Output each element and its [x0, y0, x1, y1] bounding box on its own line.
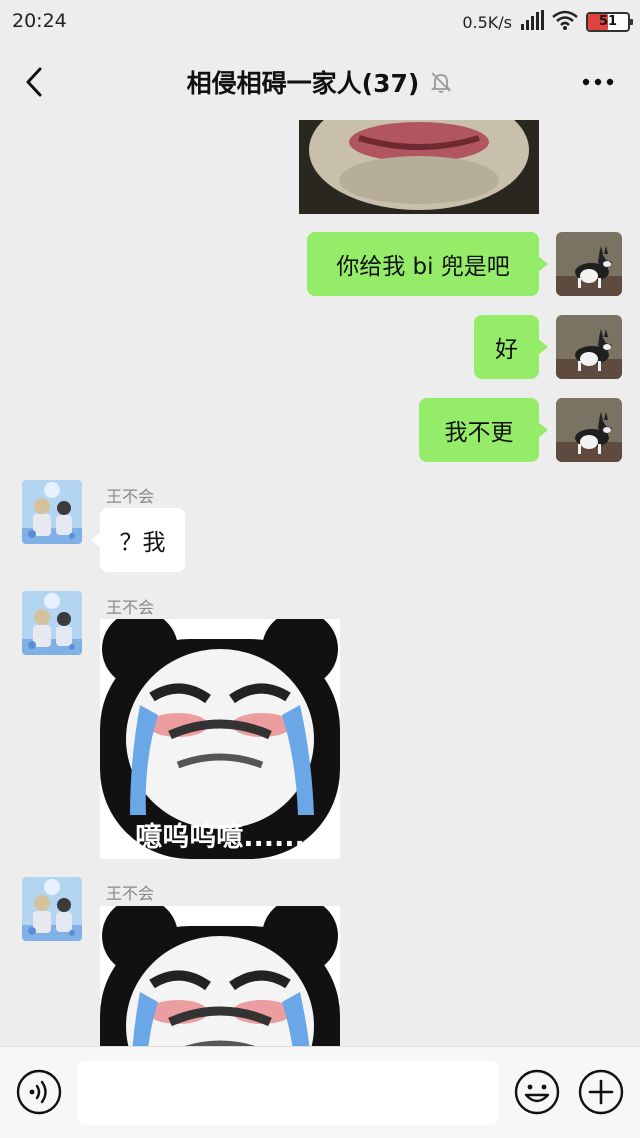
- chat-header: 相侵相碍一家人(37): [0, 44, 640, 120]
- more-dots-icon: [582, 78, 614, 86]
- my-avatar[interactable]: [556, 232, 622, 296]
- sender-avatar[interactable]: [22, 480, 82, 544]
- title-group: 相侵相碍一家人(37): [100, 44, 540, 120]
- sticker-image[interactable]: [299, 120, 539, 214]
- add-button[interactable]: [578, 1069, 624, 1115]
- avatar-image: [556, 315, 622, 379]
- avatar-image: [22, 877, 82, 941]
- sticker-caption: 噫呜呜噫......: [135, 822, 305, 853]
- sticker-message[interactable]: 噫呜呜噫......: [100, 619, 340, 859]
- status-indicators: 0.5K/s 51: [462, 10, 633, 34]
- chat-title: 相侵相碍一家人(37): [186, 69, 420, 98]
- avatar-image: [556, 398, 622, 462]
- battery-icon: 51: [586, 12, 633, 32]
- sender-avatar[interactable]: [22, 591, 82, 655]
- panda-crying-sticker: [100, 906, 340, 1046]
- chevron-left-icon: [26, 67, 42, 97]
- avatar-image: [22, 591, 82, 655]
- avatar-image: [556, 232, 622, 296]
- sticker-graphic: [299, 120, 539, 214]
- sender-name: 王不会: [106, 598, 155, 617]
- back-button[interactable]: [14, 62, 54, 102]
- sender-name: 王不会: [106, 487, 155, 506]
- wifi-icon: [552, 10, 578, 34]
- plus-circle-icon: [578, 1069, 624, 1115]
- avatar-image: [22, 480, 82, 544]
- signal-icon: [520, 10, 544, 34]
- emoji-icon: [514, 1069, 560, 1115]
- my-avatar[interactable]: [556, 315, 622, 379]
- bell-off-icon: [431, 72, 452, 93]
- battery-percent: 51: [598, 14, 618, 29]
- voice-button[interactable]: [16, 1069, 62, 1115]
- message-input[interactable]: [78, 1061, 498, 1125]
- more-button[interactable]: [576, 64, 620, 100]
- outgoing-message-bubble[interactable]: 我不更: [419, 398, 548, 462]
- input-bar: [0, 1046, 640, 1138]
- sender-avatar[interactable]: [22, 877, 82, 941]
- incoming-message-bubble[interactable]: ？我: [91, 508, 185, 572]
- network-speed: 0.5K/s: [462, 12, 512, 32]
- voice-icon: [16, 1069, 62, 1115]
- sticker-message[interactable]: [100, 906, 340, 1046]
- chat-area[interactable]: 你给我 bi 兜是吧 好 我不更 王不会 ？我 王不会 噫呜呜噫...... 王…: [0, 120, 640, 1046]
- status-time: 20:24: [12, 10, 67, 32]
- my-avatar[interactable]: [556, 398, 622, 462]
- status-bar: 20:24 0.5K/s 51: [0, 0, 640, 44]
- emoji-button[interactable]: [514, 1069, 560, 1115]
- outgoing-message-bubble[interactable]: 你给我 bi 兜是吧: [307, 232, 548, 296]
- sender-name: 王不会: [106, 884, 155, 903]
- outgoing-message-bubble[interactable]: 好: [474, 315, 548, 379]
